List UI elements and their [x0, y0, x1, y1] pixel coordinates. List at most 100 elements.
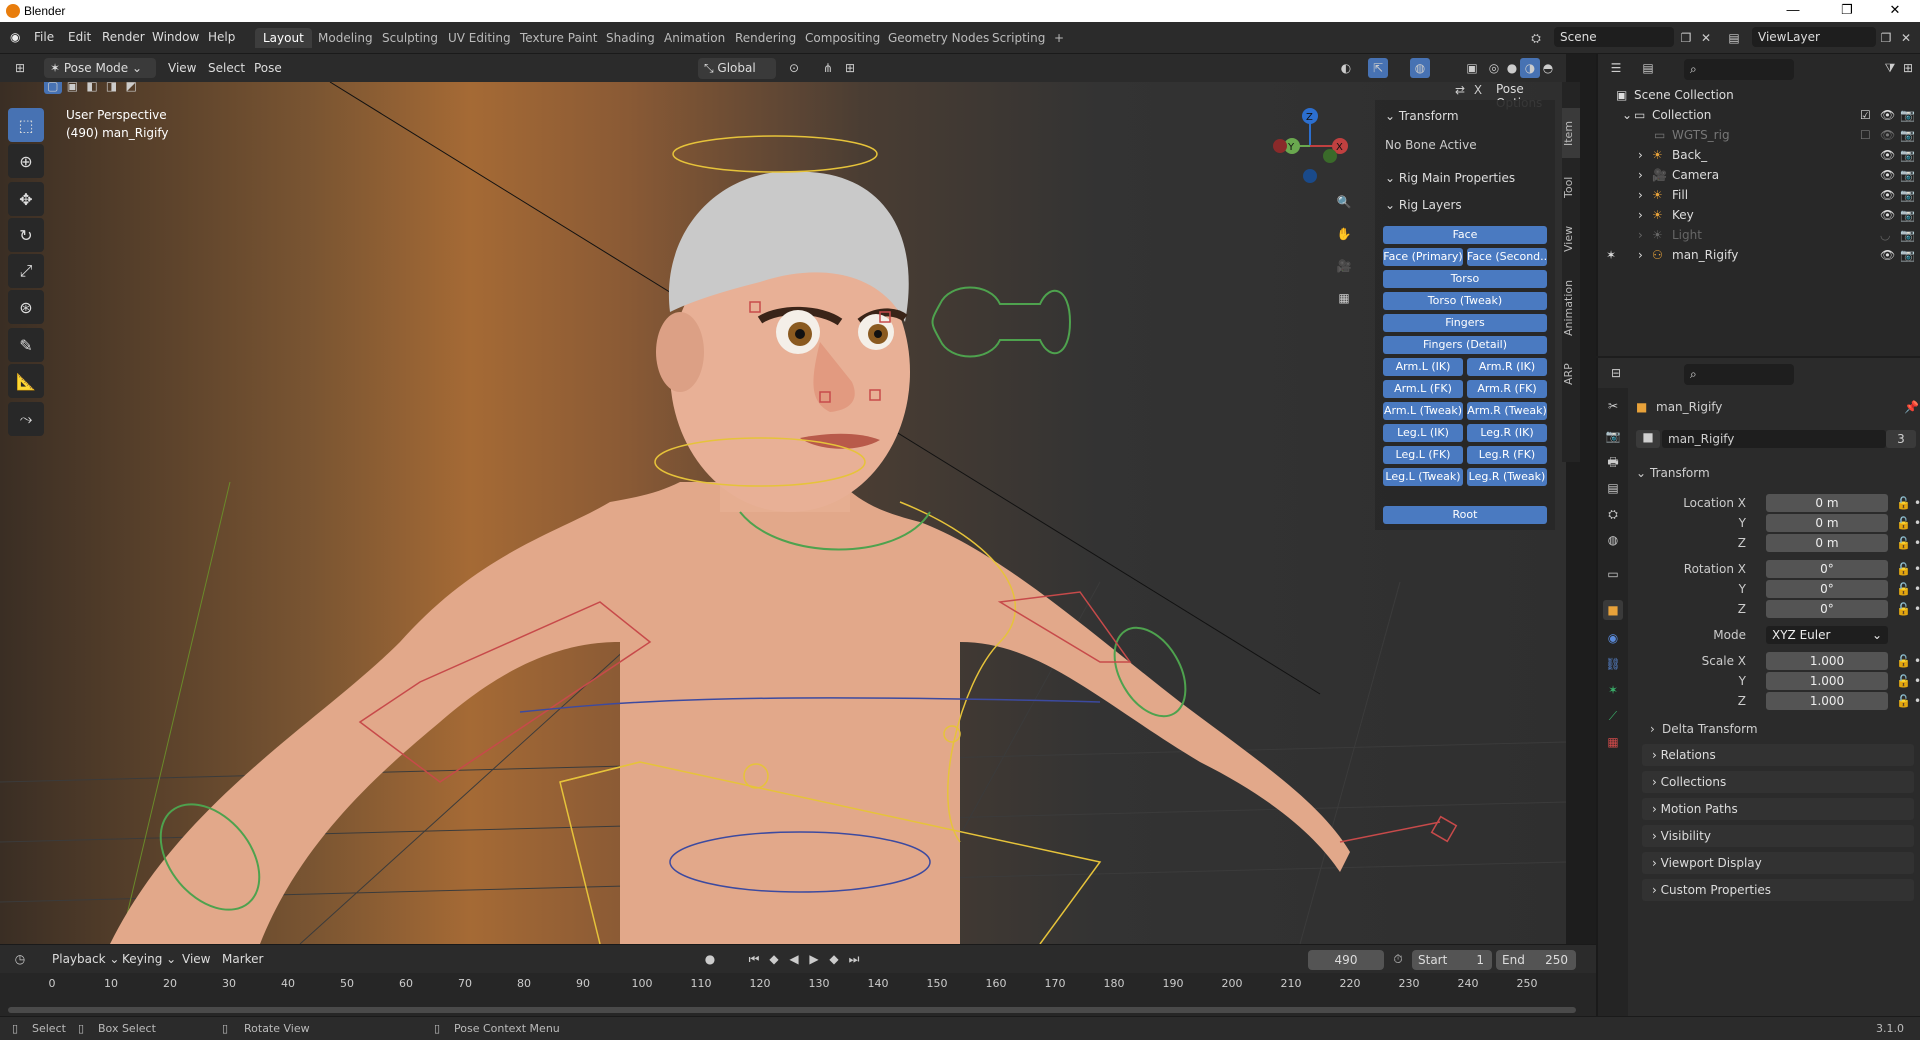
measure-tool-icon[interactable]: 📐 — [8, 364, 44, 398]
outliner-item-wgts-rig[interactable]: ▭ WGTS_rig ☐ 👁 📷 — [1598, 126, 1920, 146]
render-camera-icon[interactable]: 📷 — [1900, 188, 1915, 202]
pin-icon[interactable]: 📌 — [1904, 400, 1919, 414]
tab-arp[interactable]: ARP — [1562, 354, 1580, 394]
restore-icon[interactable]: ❐ — [1824, 2, 1870, 18]
jump-end-icon[interactable]: ⏭ — [844, 949, 864, 969]
pan-hand-icon[interactable]: ✋ — [1334, 224, 1354, 244]
menu-window[interactable]: Window — [152, 30, 199, 44]
outliner-search-input[interactable]: ⌕ — [1684, 59, 1794, 80]
outliner-editor-icon[interactable]: ☰ — [1606, 58, 1626, 78]
location-y-field[interactable]: 0 m — [1766, 514, 1888, 532]
render-camera-icon[interactable]: 📷 — [1900, 168, 1915, 182]
annotate-tool-icon[interactable]: ✎ — [8, 328, 44, 362]
current-frame-field[interactable]: 490 — [1308, 950, 1384, 970]
tab-geometry-nodes[interactable]: Geometry Nodes — [880, 28, 997, 48]
snap-target-icon[interactable]: ⊞ — [840, 58, 860, 78]
viewport-display-section[interactable]: › Viewport Display — [1642, 852, 1914, 874]
tab-tool[interactable]: Tool — [1562, 164, 1580, 210]
layer-arm-r-fk-button[interactable]: Arm.R (FK) — [1467, 380, 1547, 398]
scene-field[interactable]: Scene — [1554, 27, 1674, 47]
render-camera-icon[interactable]: 📷 — [1900, 108, 1915, 122]
xray-icon[interactable]: ▣ — [1462, 58, 1482, 78]
minimize-icon[interactable]: — — [1770, 2, 1816, 17]
pose-tool-icon[interactable]: ⤳ — [8, 402, 44, 436]
menu-playback[interactable]: Playback ⌄ — [52, 952, 119, 966]
camera-view-icon[interactable]: 🎥 — [1334, 256, 1354, 276]
lock-icon[interactable]: 🔓 — [1896, 536, 1911, 550]
menu-keying[interactable]: Keying ⌄ — [122, 952, 176, 966]
x-mirror-icon[interactable]: X — [1468, 82, 1488, 100]
keyframe-dot-icon[interactable]: • — [1914, 582, 1920, 596]
lock-icon[interactable]: 🔓 — [1896, 674, 1911, 688]
expand-arrow-icon[interactable]: › — [1638, 168, 1643, 182]
play-icon[interactable]: ▶ — [804, 949, 824, 969]
transform-tool-icon[interactable]: ⊛ — [8, 290, 44, 324]
remove-viewlayer-icon[interactable]: ✕ — [1896, 28, 1916, 48]
keyframe-dot-icon[interactable]: • — [1914, 496, 1920, 510]
datablock-browse-icon[interactable]: ■ — [1636, 430, 1660, 448]
rotation-y-field[interactable]: 0° — [1766, 580, 1888, 598]
move-tool-icon[interactable]: ✥ — [8, 182, 44, 216]
lock-icon[interactable]: 🔓 — [1896, 602, 1911, 616]
end-frame-field[interactable]: End 250 — [1496, 950, 1576, 970]
overlay-icon[interactable]: ◍ — [1410, 58, 1430, 78]
rotation-x-field[interactable]: 0° — [1766, 560, 1888, 578]
object-tab-icon[interactable]: ■ — [1603, 600, 1623, 620]
ortho-toggle-icon[interactable]: ▦ — [1334, 288, 1354, 308]
menu-timeline-view[interactable]: View — [182, 952, 210, 966]
next-keyframe-icon[interactable]: ◆ — [824, 949, 844, 969]
tab-uv-editing[interactable]: UV Editing — [440, 28, 519, 48]
new-collection-icon[interactable]: ⊞ — [1898, 58, 1918, 78]
transform-section-header[interactable]: ⌄ Transform — [1375, 104, 1555, 126]
lock-icon[interactable]: 🔓 — [1896, 582, 1911, 596]
outliner-item-camera[interactable]: › 🎥 Camera 👁 📷 — [1598, 166, 1920, 186]
menu-render[interactable]: Render — [102, 30, 145, 44]
visibility-eye-icon[interactable]: 👁 — [1880, 188, 1895, 202]
visibility-eye-icon[interactable]: 👁 — [1880, 148, 1895, 162]
layer-root-button[interactable]: Root — [1383, 506, 1547, 524]
outliner-item-fill[interactable]: › ☀ Fill 👁 📷 — [1598, 186, 1920, 206]
keyframe-dot-icon[interactable]: • — [1914, 654, 1920, 668]
outliner-item-key[interactable]: › ☀ Key 👁 📷 — [1598, 206, 1920, 226]
lock-icon[interactable]: 🔓 — [1896, 694, 1911, 708]
custom-properties-section[interactable]: › Custom Properties — [1642, 879, 1914, 901]
hidden-eye-icon[interactable]: ◡ — [1880, 228, 1890, 242]
bone-tab-icon[interactable]: ⟋ — [1603, 706, 1623, 726]
tab-texture-paint[interactable]: Texture Paint — [512, 28, 605, 48]
select-box-tool-icon[interactable]: ⬚ — [8, 108, 44, 142]
scene-collection-row[interactable]: ▣ Scene Collection — [1598, 86, 1920, 106]
layer-arm-l-ik-button[interactable]: Arm.L (IK) — [1383, 358, 1463, 376]
new-scene-icon[interactable]: ❐ — [1676, 28, 1696, 48]
expand-arrow-icon[interactable]: › — [1638, 248, 1643, 262]
pivot-icon[interactable]: ⊙ — [784, 58, 804, 78]
lock-icon[interactable]: 🔓 — [1896, 654, 1911, 668]
visibility-eye-icon[interactable]: 👁 — [1880, 248, 1895, 262]
timeline-editor-icon[interactable]: ◷ — [10, 949, 30, 969]
editor-type-icon[interactable]: ⊞ — [10, 58, 30, 78]
lock-icon[interactable]: 🔓 — [1896, 562, 1911, 576]
close-icon[interactable]: ✕ — [1872, 2, 1918, 18]
tab-rendering[interactable]: Rendering — [727, 28, 804, 48]
users-count[interactable]: 3 — [1886, 430, 1916, 448]
location-x-field[interactable]: 0 m — [1766, 494, 1888, 512]
select-extend-icon[interactable]: ▣ — [64, 82, 82, 94]
layer-face-button[interactable]: Face — [1383, 226, 1547, 244]
render-camera-icon[interactable]: 📷 — [1900, 128, 1915, 142]
visibility-eye-icon[interactable]: 👁 — [1880, 168, 1895, 182]
blender-menu-icon[interactable]: ◉ — [10, 30, 20, 44]
render-camera-icon[interactable]: 📷 — [1900, 228, 1915, 242]
tab-sculpting[interactable]: Sculpting — [374, 28, 446, 48]
tab-shading[interactable]: Shading — [598, 28, 663, 48]
checkbox-icon[interactable]: ☑ — [1860, 108, 1871, 122]
properties-search-input[interactable]: ⌕ — [1684, 364, 1794, 385]
layer-leg-r-ik-button[interactable]: Leg.R (IK) — [1467, 424, 1547, 442]
record-icon[interactable]: ● — [700, 949, 720, 969]
render-tab-icon[interactable]: 📷 — [1603, 426, 1623, 446]
tab-animation[interactable]: Animation — [656, 28, 733, 48]
menu-select[interactable]: Select — [208, 61, 245, 75]
visibility-eye-icon[interactable]: 👁 — [1880, 108, 1895, 122]
relations-section[interactable]: › Relations — [1642, 744, 1914, 766]
layer-torso-tweak-button[interactable]: Torso (Tweak) — [1383, 292, 1547, 310]
tab-item[interactable]: Item — [1562, 108, 1580, 158]
pose-mode-icon[interactable]: ✶ — [1606, 248, 1616, 262]
